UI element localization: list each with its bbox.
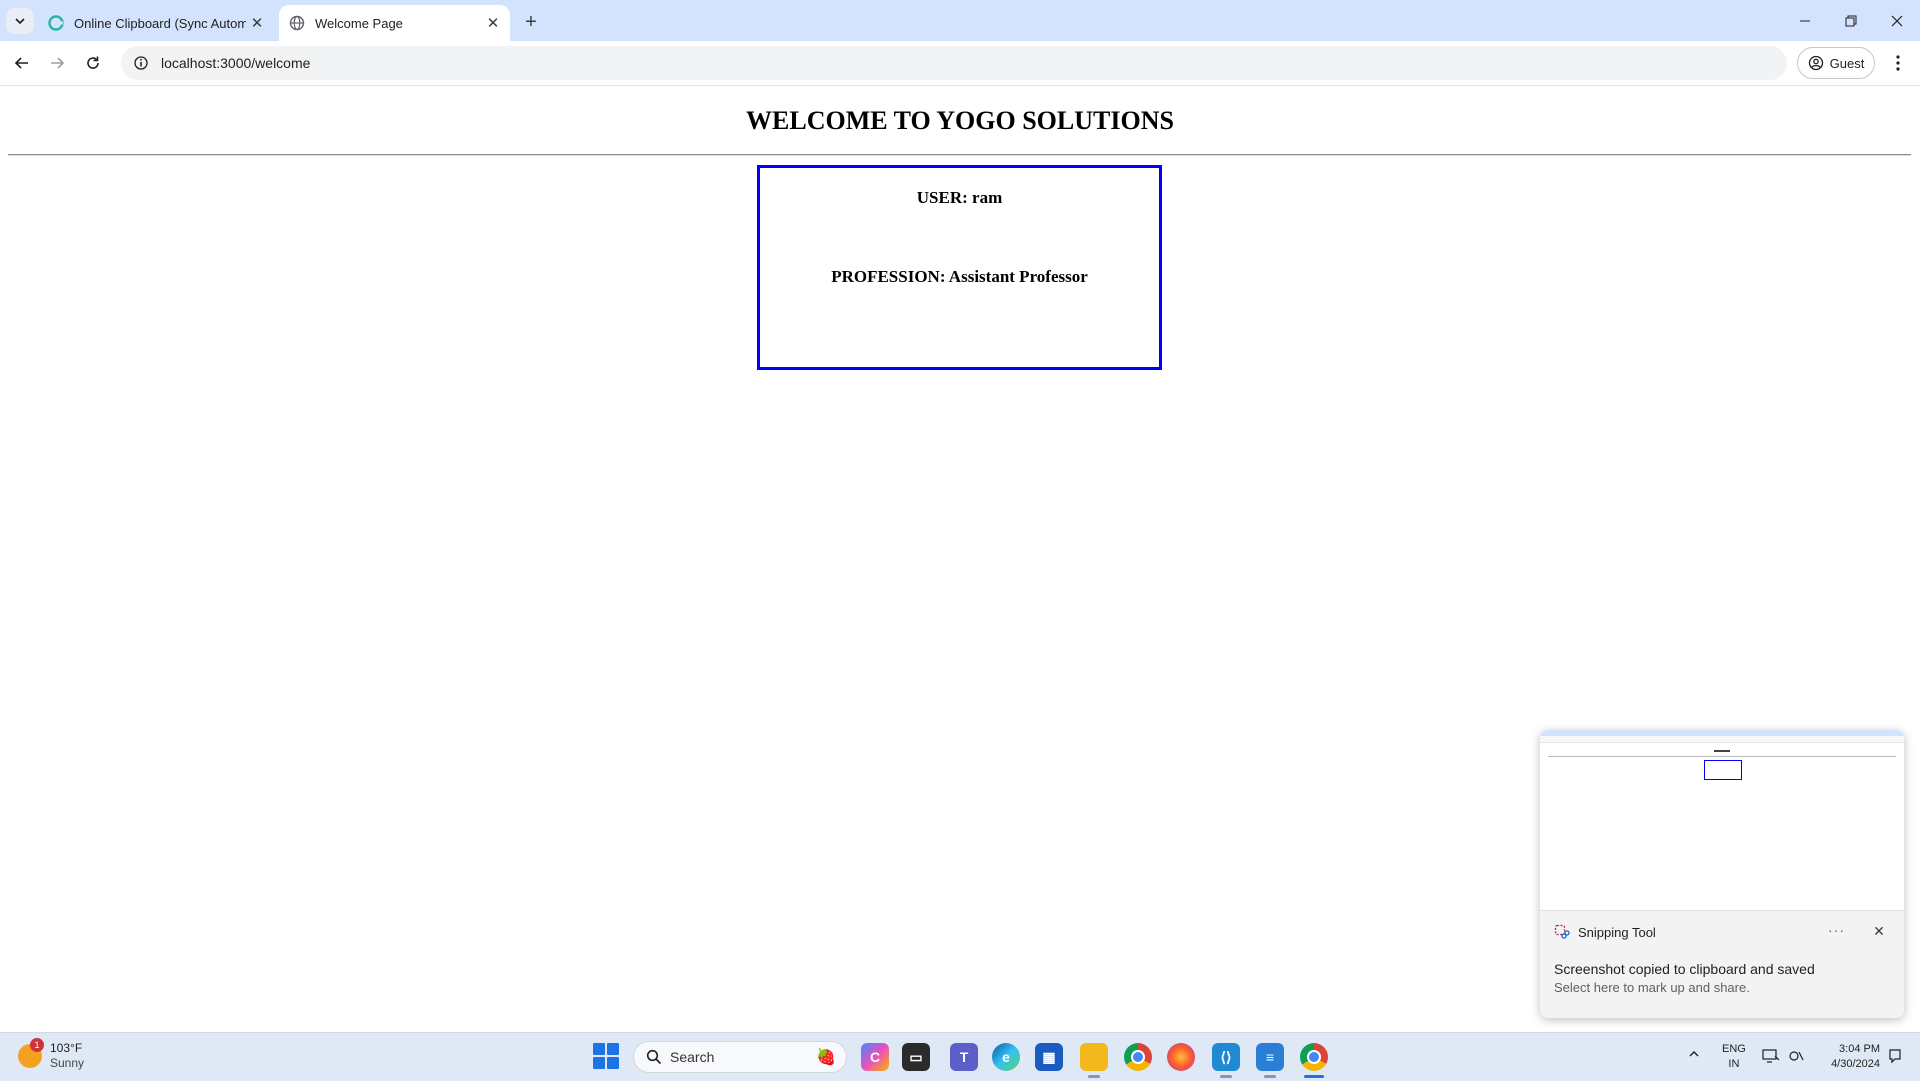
store-icon[interactable]: ▦ bbox=[1035, 1043, 1063, 1071]
chrome-active-icon[interactable] bbox=[1300, 1043, 1328, 1071]
screenshot-preview[interactable] bbox=[1540, 730, 1904, 911]
clock-date: 4/30/2024 bbox=[1831, 1058, 1880, 1070]
region-code: IN bbox=[1728, 1058, 1740, 1070]
windows-logo-pane bbox=[607, 1057, 619, 1069]
notification-sub-message: Select here to mark up and share. bbox=[1554, 980, 1750, 995]
tab-search-button[interactable] bbox=[6, 8, 34, 34]
taskbar-search[interactable]: Search 🍓 bbox=[633, 1041, 847, 1073]
volume-battery-icon[interactable] bbox=[1787, 1047, 1805, 1065]
minimize-button[interactable] bbox=[1782, 0, 1828, 41]
site-info-icon[interactable] bbox=[131, 53, 151, 73]
clipboard-site-icon bbox=[48, 15, 64, 31]
tab-title: Online Clipboard (Sync Automa bbox=[74, 15, 246, 31]
heading-divider bbox=[8, 154, 1911, 156]
minimize-icon bbox=[1800, 20, 1810, 21]
browser-tabstrip: Online Clipboard (Sync Automa ✕ Welcome … bbox=[0, 0, 1920, 41]
globe-icon bbox=[289, 15, 305, 31]
tab-title: Welcome Page bbox=[315, 15, 403, 31]
arrow-left-icon bbox=[14, 57, 28, 69]
restore-button[interactable] bbox=[1828, 0, 1874, 41]
system-clock[interactable]: 3:04 PM 4/30/2024 bbox=[1816, 1042, 1880, 1072]
address-bar[interactable]: localhost:3000/welcome bbox=[121, 46, 1787, 80]
search-icon bbox=[646, 1049, 662, 1065]
new-tab-button[interactable]: + bbox=[518, 9, 544, 35]
browser-menu-button[interactable] bbox=[1884, 49, 1912, 77]
vscode-icon[interactable]: ⟨⟩ bbox=[1212, 1043, 1240, 1071]
chrome-active-indicator bbox=[1304, 1075, 1324, 1078]
tab-welcome-page[interactable]: Welcome Page ✕ bbox=[279, 5, 510, 41]
snipping-tool-notification[interactable]: Snipping Tool ··· ✕ Screenshot copied to… bbox=[1540, 730, 1904, 1018]
weather-widget[interactable]: 1 103°F Sunny bbox=[18, 1038, 85, 1071]
forward-button[interactable] bbox=[43, 49, 71, 77]
weather-temperature: 103°F bbox=[50, 1041, 83, 1055]
windows-logo-icon bbox=[593, 1043, 605, 1055]
weather-alert-badge: 1 bbox=[30, 1038, 44, 1052]
reload-icon bbox=[87, 56, 99, 69]
tab-online-clipboard[interactable]: Online Clipboard (Sync Automa ✕ bbox=[38, 5, 274, 41]
close-tab-icon[interactable]: ✕ bbox=[482, 12, 504, 34]
preview-card bbox=[1704, 760, 1742, 780]
chevron-down-icon bbox=[15, 18, 25, 25]
preview-toolbar bbox=[1540, 736, 1904, 743]
windows-logo-pane bbox=[607, 1043, 619, 1055]
reload-button[interactable] bbox=[79, 49, 107, 77]
profile-button[interactable]: Guest bbox=[1797, 47, 1875, 79]
user-name-text: USER: ram bbox=[916, 188, 1003, 207]
file-explorer-dark-icon[interactable]: ▭ bbox=[902, 1043, 930, 1071]
search-label: Search bbox=[670, 1049, 715, 1065]
browser-toolbar: localhost:3000/welcome Guest bbox=[0, 41, 1920, 86]
close-icon bbox=[1891, 15, 1903, 26]
show-hidden-icons-chevron-up-icon[interactable] bbox=[1688, 1047, 1700, 1063]
start-button[interactable] bbox=[593, 1043, 619, 1069]
arrow-right-icon bbox=[51, 57, 65, 69]
back-button[interactable] bbox=[8, 49, 36, 77]
notification-more-button[interactable]: ··· bbox=[1828, 922, 1845, 938]
close-tab-icon[interactable]: ✕ bbox=[246, 12, 268, 34]
notification-center-icon[interactable] bbox=[1886, 1047, 1904, 1065]
close-window-button[interactable] bbox=[1874, 0, 1920, 41]
url-text: localhost:3000/welcome bbox=[161, 55, 311, 71]
folder-running-indicator bbox=[1088, 1075, 1100, 1078]
notification-close-icon[interactable]: ✕ bbox=[1868, 920, 1890, 942]
clock-time: 3:04 PM bbox=[1839, 1043, 1880, 1055]
vscode-running-indicator bbox=[1220, 1075, 1232, 1078]
kebab-menu-icon bbox=[1896, 55, 1900, 71]
snipping-tool-icon bbox=[1554, 924, 1570, 939]
copilot-icon[interactable]: C bbox=[861, 1043, 889, 1071]
user-info-card: USER: ram PROFESSION: Assistant Professo… bbox=[757, 165, 1162, 370]
sun-icon: 1 bbox=[18, 1038, 44, 1068]
notepad-running-indicator bbox=[1264, 1075, 1276, 1078]
notification-header: Snipping Tool bbox=[1554, 924, 1656, 940]
notification-app-name: Snipping Tool bbox=[1578, 924, 1656, 940]
windows-taskbar: 1 103°F Sunny Search 🍓 C ▭ T e ▦ ⟨⟩ ≡ EN… bbox=[0, 1032, 1920, 1081]
edge-icon[interactable]: e bbox=[992, 1043, 1020, 1071]
restore-icon bbox=[1845, 15, 1857, 26]
profile-label: Guest bbox=[1829, 55, 1865, 71]
windows-logo-pane bbox=[593, 1057, 605, 1069]
chrome-icon[interactable] bbox=[1124, 1043, 1152, 1071]
page-heading: WELCOME TO YOGO SOLUTIONS bbox=[746, 106, 1174, 135]
folder-icon[interactable] bbox=[1080, 1043, 1108, 1071]
notification-message: Screenshot copied to clipboard and saved bbox=[1554, 961, 1815, 977]
profile-icon bbox=[1808, 55, 1823, 71]
notepad-icon[interactable]: ≡ bbox=[1256, 1043, 1284, 1071]
language-indicator[interactable]: ENG IN bbox=[1722, 1042, 1746, 1072]
firefox-icon[interactable] bbox=[1167, 1043, 1195, 1071]
teams-icon[interactable]: T bbox=[950, 1043, 978, 1071]
weather-condition: Sunny bbox=[50, 1056, 85, 1070]
preview-divider bbox=[1548, 756, 1896, 757]
profession-text: PROFESSION: Assistant Professor bbox=[831, 267, 1088, 286]
window-controls bbox=[1782, 0, 1920, 41]
display-network-icon[interactable] bbox=[1762, 1047, 1780, 1065]
preview-heading bbox=[1714, 750, 1730, 752]
strawberry-icon: 🍓 bbox=[816, 1049, 836, 1066]
language-code: ENG bbox=[1722, 1043, 1746, 1055]
